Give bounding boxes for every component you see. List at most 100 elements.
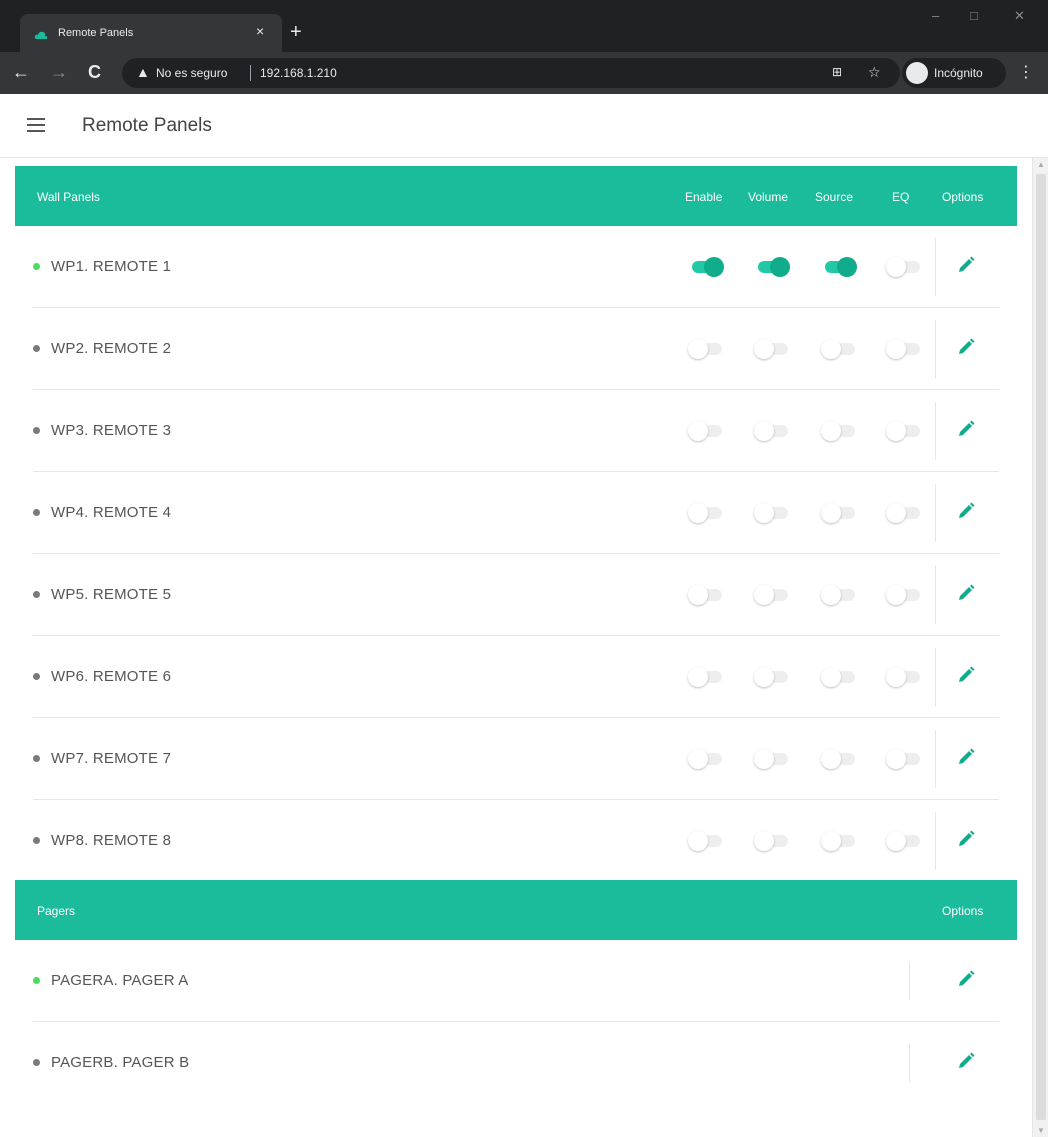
url-text[interactable]: 192.168.1.210 <box>260 66 337 80</box>
incognito-badge[interactable]: Incógnito <box>902 58 1006 88</box>
source-toggle[interactable] <box>821 257 857 277</box>
enable-toggle[interactable] <box>688 503 724 523</box>
translate-icon[interactable]: ⊞ <box>832 65 842 79</box>
volume-toggle[interactable] <box>754 421 790 441</box>
cloud-icon <box>34 31 48 39</box>
minimize-button[interactable]: – <box>932 8 939 23</box>
status-dot <box>33 673 40 680</box>
reload-icon[interactable]: C <box>88 63 101 81</box>
row-label: WP2. REMOTE 2 <box>51 340 172 357</box>
bookmark-star-icon[interactable]: ☆ <box>868 64 881 81</box>
volume-toggle[interactable] <box>754 667 790 687</box>
hamburger-menu-icon[interactable] <box>27 118 45 132</box>
window-close-button[interactable]: ✕ <box>1014 8 1025 24</box>
enable-toggle[interactable] <box>688 749 724 769</box>
status-dot <box>33 263 40 270</box>
wall-panel-row: WP6. REMOTE 6 <box>33 636 999 718</box>
scroll-down-arrow-icon[interactable]: ▼ <box>1037 1126 1045 1135</box>
wall-panel-row: WP8. REMOTE 8 <box>33 800 999 882</box>
volume-toggle[interactable] <box>754 339 790 359</box>
status-dot <box>33 345 40 352</box>
options-divider <box>935 566 936 624</box>
maximize-button[interactable]: □ <box>970 8 978 23</box>
column-source: Source <box>815 190 854 204</box>
browser-menu-icon[interactable]: ⋮ <box>1018 62 1034 82</box>
enable-toggle[interactable] <box>688 585 724 605</box>
pager-row: PAGERB. PAGER B <box>33 1022 999 1104</box>
row-label: WP8. REMOTE 8 <box>51 832 172 849</box>
forward-icon[interactable]: → <box>50 63 68 81</box>
source-toggle[interactable] <box>821 585 857 605</box>
row-label: WP3. REMOTE 3 <box>51 422 172 439</box>
options-divider <box>935 730 936 788</box>
volume-toggle[interactable] <box>754 749 790 769</box>
volume-toggle[interactable] <box>754 831 790 851</box>
eq-toggle[interactable] <box>886 503 922 523</box>
source-toggle[interactable] <box>821 421 857 441</box>
volume-toggle[interactable] <box>754 503 790 523</box>
source-toggle[interactable] <box>821 667 857 687</box>
volume-toggle[interactable] <box>754 257 790 277</box>
edit-pencil-icon[interactable] <box>957 256 975 274</box>
eq-toggle[interactable] <box>886 585 922 605</box>
scrollbar-thumb[interactable] <box>1036 174 1046 1120</box>
new-tab-button[interactable]: + <box>290 22 302 42</box>
source-toggle[interactable] <box>821 749 857 769</box>
eq-toggle[interactable] <box>886 667 922 687</box>
enable-toggle[interactable] <box>688 667 724 687</box>
status-dot <box>33 591 40 598</box>
enable-toggle[interactable] <box>688 257 724 277</box>
edit-pencil-icon[interactable] <box>957 338 975 356</box>
eq-toggle[interactable] <box>886 421 922 441</box>
eq-toggle[interactable] <box>886 749 922 769</box>
eq-toggle[interactable] <box>886 339 922 359</box>
scroll-up-arrow-icon[interactable]: ▲ <box>1037 160 1045 169</box>
row-label: WP5. REMOTE 5 <box>51 586 172 603</box>
volume-toggle[interactable] <box>754 585 790 605</box>
options-divider <box>935 648 936 706</box>
edit-pencil-icon[interactable] <box>957 420 975 438</box>
address-bar[interactable]: ▲ No es seguro 192.168.1.210 ⊞ ☆ <box>122 58 900 88</box>
browser-toolbar: ← → C ▲ No es seguro 192.168.1.210 ⊞ ☆ I… <box>0 52 1048 94</box>
column-volume: Volume <box>748 190 789 204</box>
edit-pencil-icon[interactable] <box>957 830 975 848</box>
security-status[interactable]: No es seguro <box>156 66 227 80</box>
row-label: PAGERB. PAGER B <box>51 1054 190 1071</box>
row-label: WP1. REMOTE 1 <box>51 258 172 275</box>
back-icon[interactable]: ← <box>12 63 30 81</box>
enable-toggle[interactable] <box>688 339 724 359</box>
scrollbar[interactable]: ▲ ▼ <box>1032 158 1048 1137</box>
edit-pencil-icon[interactable] <box>957 970 975 988</box>
enable-toggle[interactable] <box>688 831 724 851</box>
edit-pencil-icon[interactable] <box>957 1052 975 1070</box>
edit-pencil-icon[interactable] <box>957 502 975 520</box>
incognito-label: Incógnito <box>934 66 983 80</box>
status-dot <box>33 977 40 984</box>
options-divider <box>935 402 936 460</box>
address-separator <box>250 65 251 81</box>
options-divider <box>935 484 936 542</box>
incognito-icon <box>906 62 928 84</box>
tab-close-icon[interactable]: × <box>256 23 264 39</box>
source-toggle[interactable] <box>821 831 857 851</box>
app-header: Remote Panels <box>0 94 1048 158</box>
status-dot <box>33 427 40 434</box>
status-dot <box>33 837 40 844</box>
eq-toggle[interactable] <box>886 257 922 277</box>
enable-toggle[interactable] <box>688 421 724 441</box>
edit-pencil-icon[interactable] <box>957 748 975 766</box>
wall-panels-title: Wall Panels <box>37 190 100 204</box>
pager-row: PAGERA. PAGER A <box>33 940 999 1022</box>
source-toggle[interactable] <box>821 339 857 359</box>
row-label: PAGERA. PAGER A <box>51 972 189 989</box>
eq-toggle[interactable] <box>886 831 922 851</box>
column-eq: EQ <box>892 190 910 204</box>
column-options: Options <box>942 904 984 918</box>
wall-panel-row: WP3. REMOTE 3 <box>33 390 999 472</box>
warning-icon: ▲ <box>136 64 150 80</box>
column-options: Options <box>942 190 984 204</box>
source-toggle[interactable] <box>821 503 857 523</box>
edit-pencil-icon[interactable] <box>957 584 975 602</box>
edit-pencil-icon[interactable] <box>957 666 975 684</box>
pagers-title: Pagers <box>37 904 76 918</box>
